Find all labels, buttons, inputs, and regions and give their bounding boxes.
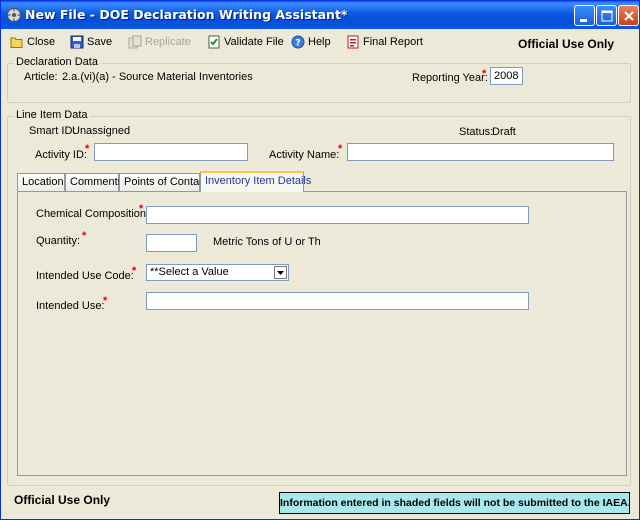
quantity-label: Quantity: xyxy=(36,235,81,247)
quantity-input[interactable] xyxy=(146,234,197,252)
required-marker: * xyxy=(85,143,90,155)
reporting-year-label: Reporting Year: xyxy=(412,72,488,84)
quantity-units-label: Metric Tons of U or Th xyxy=(213,236,321,248)
close-button[interactable]: Close xyxy=(10,33,55,51)
activity-id-input[interactable] xyxy=(94,143,248,161)
save-label: Save xyxy=(87,36,113,48)
inventory-item-details-panel xyxy=(17,191,627,476)
replicate-label: Replicate xyxy=(145,36,191,48)
intended-use-code-value: **Select a Value xyxy=(150,266,229,278)
article-label: Article: xyxy=(24,71,58,83)
final-report-button[interactable]: Final Report xyxy=(346,33,423,51)
intended-use-input[interactable] xyxy=(146,292,529,310)
activity-name-input[interactable] xyxy=(347,143,614,161)
close-window-button[interactable] xyxy=(618,5,639,26)
tab-points-of-contact[interactable]: Points of Contact xyxy=(119,173,208,191)
info-notice: Information entered in shaded fields wil… xyxy=(279,492,631,514)
required-marker: * xyxy=(482,68,487,80)
required-marker: * xyxy=(82,230,87,242)
validate-icon xyxy=(207,35,221,49)
minimize-button[interactable] xyxy=(574,5,595,26)
declaration-data-group xyxy=(7,63,631,103)
final-report-label: Final Report xyxy=(363,36,423,48)
help-icon: ? xyxy=(291,35,305,49)
required-marker: * xyxy=(139,203,144,215)
intended-use-code-select[interactable]: **Select a Value xyxy=(146,264,289,281)
required-marker: * xyxy=(103,295,108,307)
close-label: Close xyxy=(27,36,56,48)
smart-id-label: Smart ID: xyxy=(29,125,76,137)
article-value: 2.a.(vi)(a) - Source Material Inventorie… xyxy=(62,71,253,83)
classification-header: Official Use Only xyxy=(518,37,615,51)
validate-file-button[interactable]: Validate File xyxy=(207,33,284,51)
line-item-data-title: Line Item Data xyxy=(14,109,90,121)
svg-text:?: ? xyxy=(295,39,300,49)
required-marker: * xyxy=(338,143,343,155)
reporting-year-input[interactable] xyxy=(490,67,523,85)
maximize-button[interactable] xyxy=(596,5,617,26)
intended-use-code-label: Intended Use Code: xyxy=(36,270,134,282)
status-label: Status: xyxy=(459,126,494,138)
report-icon xyxy=(346,35,360,49)
smart-id-value: Unassigned xyxy=(72,125,131,137)
chevron-down-icon[interactable] xyxy=(274,266,287,279)
required-marker: * xyxy=(132,265,137,277)
intended-use-label: Intended Use: xyxy=(36,300,105,312)
tab-inventory-item-details[interactable]: Inventory Item Details xyxy=(200,171,311,192)
status-value: Draft xyxy=(492,126,516,138)
save-button[interactable]: Save xyxy=(70,33,112,51)
replicate-icon xyxy=(128,35,142,49)
declaration-data-title: Declaration Data xyxy=(14,56,100,68)
activity-id-label: Activity ID: xyxy=(35,149,87,161)
chemical-composition-label: Chemical Composition: xyxy=(36,208,150,220)
app-window: New File - DOE Declaration Writing Assis… xyxy=(0,0,640,520)
help-label: Help xyxy=(308,36,331,48)
folder-icon xyxy=(10,35,24,49)
chemical-composition-input[interactable] xyxy=(146,206,529,224)
activity-name-label: Activity Name: xyxy=(269,149,340,161)
window-title: New File - DOE Declaration Writing Assis… xyxy=(25,7,348,22)
tab-comments[interactable]: Comments xyxy=(65,173,123,191)
floppy-disk-icon xyxy=(70,35,84,49)
replicate-button[interactable]: Replicate xyxy=(128,33,191,51)
help-button[interactable]: ? Help xyxy=(291,33,331,51)
validate-file-label: Validate File xyxy=(224,36,284,48)
title-bar[interactable]: New File - DOE Declaration Writing Assis… xyxy=(1,1,639,29)
tab-location[interactable]: Location xyxy=(17,173,65,191)
app-icon[interactable] xyxy=(6,7,22,23)
classification-footer: Official Use Only xyxy=(14,493,111,507)
